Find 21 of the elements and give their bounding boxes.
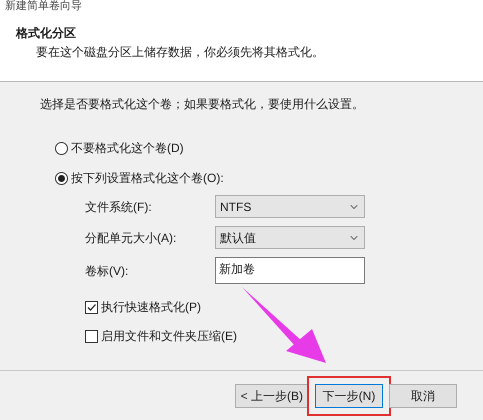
wizard-button[interactable]: 下一步(N): [315, 384, 383, 408]
page-subtitle: 要在这个磁盘分区上储存数据，你必须先将其格式化。: [36, 44, 324, 61]
dropdown[interactable]: NTFS: [215, 195, 365, 218]
page-title: 格式化分区: [16, 25, 76, 42]
wizard-button[interactable]: < 上一步(B): [234, 384, 309, 408]
radio-button[interactable]: [55, 142, 68, 154]
checkbox[interactable]: [85, 330, 98, 342]
checkbox[interactable]: [85, 300, 98, 314]
radio-button[interactable]: [55, 172, 68, 184]
field-label: 文件系统(F):: [85, 198, 153, 216]
field-label: 卷标(V):: [85, 262, 130, 280]
checkbox-option[interactable]: 执行快速格式化(P): [85, 298, 201, 316]
dropdown[interactable]: 默认值: [215, 226, 365, 249]
wizard-button[interactable]: 取消: [389, 384, 457, 408]
input-field[interactable]: 新加卷: [215, 257, 365, 284]
instruction-text: 选择是否要格式化这个卷；如果要格式化，要使用什么设置。: [40, 96, 365, 113]
radio-option[interactable]: 不要格式化这个卷(D): [55, 139, 184, 157]
field-label: 分配单元大小(A):: [85, 230, 178, 246]
window-title: 新建简单卷向导: [5, 0, 82, 13]
radio-option[interactable]: 按下列设置格式化这个卷(O):: [55, 169, 224, 187]
checkbox-option[interactable]: 启用文件和文件夹压缩(E): [85, 327, 237, 345]
